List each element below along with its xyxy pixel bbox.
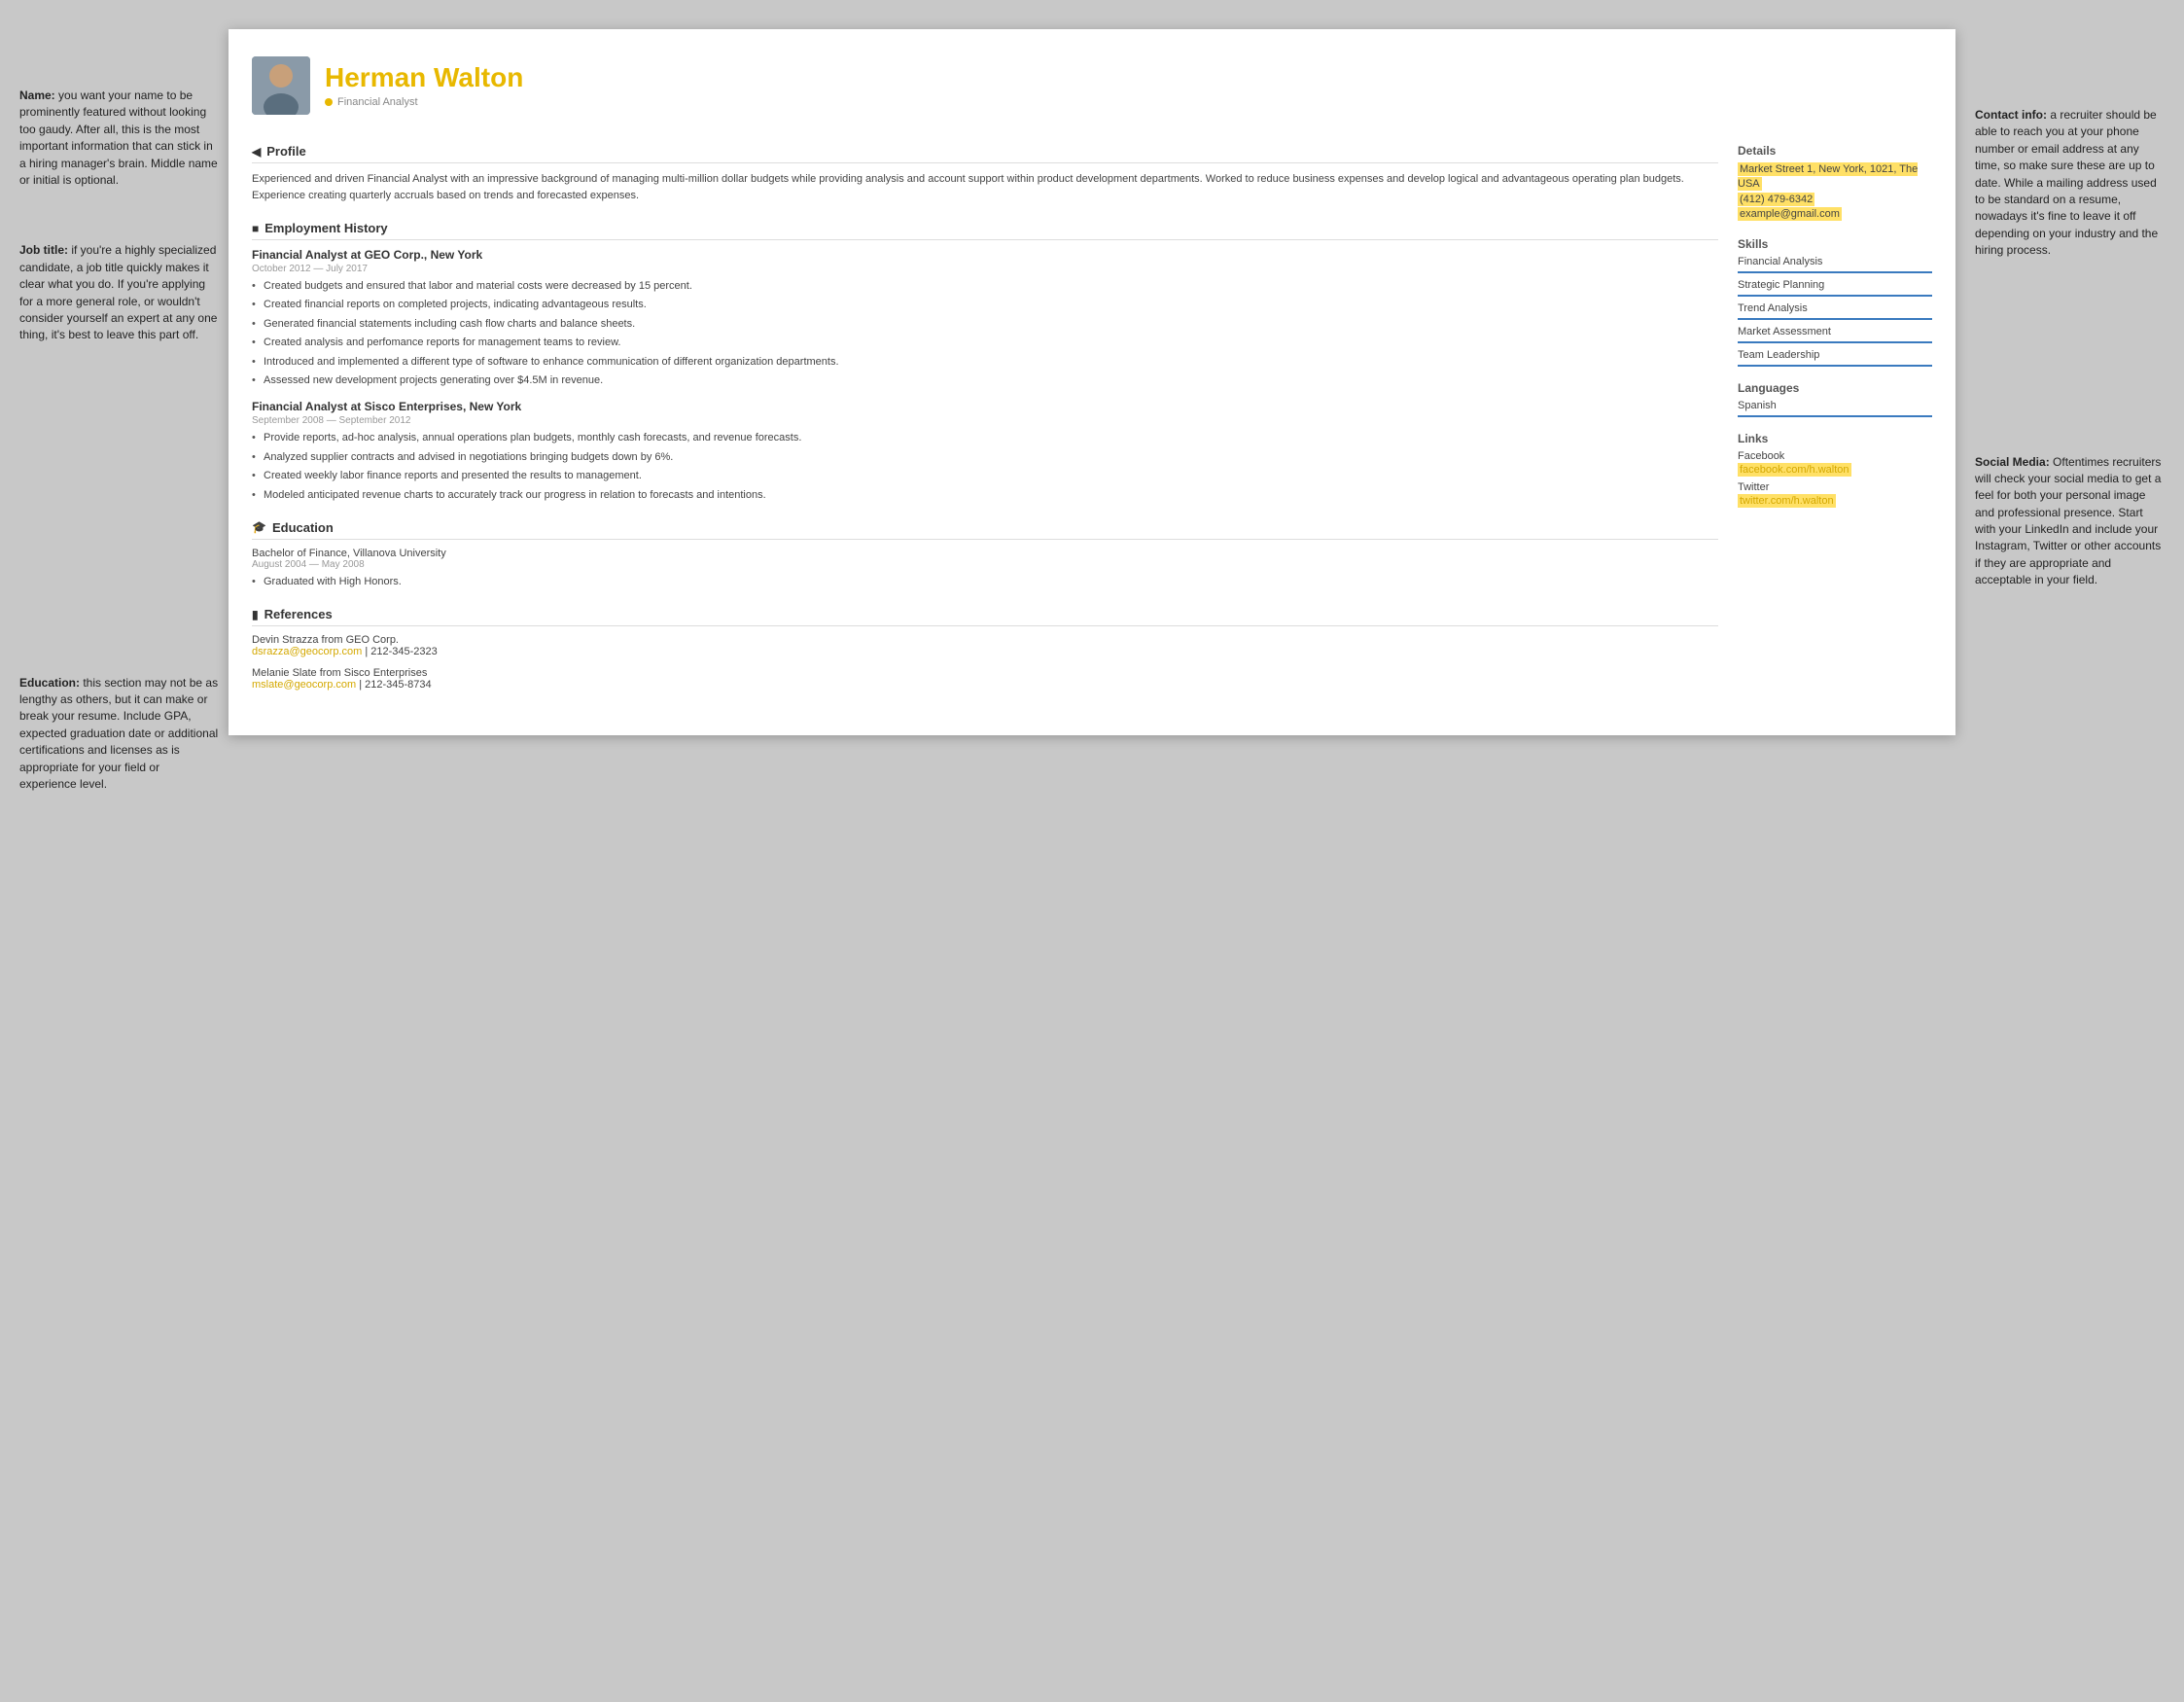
edu-bullets-1: Graduated with High Honors.	[252, 575, 1718, 589]
resume-body: ◀ Profile Experienced and driven Financi…	[252, 144, 1932, 708]
profile-text: Experienced and driven Financial Analyst…	[252, 171, 1718, 203]
bullet-2-2: Analyzed supplier contracts and advised …	[252, 450, 1718, 465]
skill-2: Strategic Planning	[1738, 279, 1932, 297]
edu-period-1: August 2004 — May 2008	[252, 559, 1718, 570]
details-section: Details Market Street 1, New York, 1021,…	[1738, 144, 1932, 223]
bullet-2-4: Modeled anticipated revenue charts to ac…	[252, 488, 1718, 503]
right-annotations: Contact info: a recruiter should be able…	[1955, 29, 2165, 619]
details-email: example@gmail.com	[1738, 207, 1932, 222]
ref-name-2: Melanie Slate from Sisco Enterprises	[252, 667, 1718, 679]
title-dot-icon	[325, 98, 333, 106]
candidate-name: Herman Walton	[325, 63, 1932, 93]
skills-heading: Skills	[1738, 237, 1932, 251]
name-annotation-label: Name:	[19, 89, 55, 102]
reference-1: Devin Strazza from GEO Corp. dsrazza@geo…	[252, 634, 1718, 657]
jobtitle-annotation: Job title: if you're a highly specialize…	[19, 242, 219, 343]
education-annotation-text: this section may not be as lengthy as ot…	[19, 676, 218, 791]
links-heading: Links	[1738, 432, 1932, 445]
job-bullets-1: Created budgets and ensured that labor a…	[252, 279, 1718, 388]
skills-section: Skills Financial Analysis Strategic Plan…	[1738, 237, 1932, 367]
link-label-1: Facebook	[1738, 450, 1932, 462]
education-icon: 🎓	[252, 520, 266, 534]
social-annotation-text: Oftentimes recruiters will check your so…	[1975, 455, 2161, 587]
left-annotations: Name: you want your name to be prominent…	[19, 29, 229, 822]
resume-card: Herman Walton Financial Analyst ◀ Profil…	[229, 29, 1955, 735]
avatar	[252, 56, 310, 115]
jobtitle-annotation-text: if you're a highly specialized candidate…	[19, 243, 217, 341]
education-entry-1: Bachelor of Finance, Villanova Universit…	[252, 548, 1718, 589]
education-section: 🎓 Education Bachelor of Finance, Villano…	[252, 520, 1718, 589]
edu-bullet-1: Graduated with High Honors.	[252, 575, 1718, 589]
job-bullets-2: Provide reports, ad-hoc analysis, annual…	[252, 431, 1718, 503]
bullet-1-4: Created analysis and perfomance reports …	[252, 336, 1718, 350]
resume-sidebar: Details Market Street 1, New York, 1021,…	[1738, 144, 1932, 708]
bullet-2-3: Created weekly labor finance reports and…	[252, 469, 1718, 483]
candidate-title: Financial Analyst	[325, 96, 1932, 108]
employment-section: ■ Employment History Financial Analyst a…	[252, 221, 1718, 503]
bullet-1-5: Introduced and implemented a different t…	[252, 355, 1718, 370]
ref-name-1: Devin Strazza from GEO Corp.	[252, 634, 1718, 646]
skill-1: Financial Analysis	[1738, 256, 1932, 273]
header-info: Herman Walton Financial Analyst	[325, 63, 1932, 108]
education-annotation-label: Education:	[19, 676, 80, 690]
language-1: Spanish	[1738, 400, 1932, 417]
social-annotation-label: Social Media:	[1975, 455, 2050, 469]
job-entry-2: Financial Analyst at Sisco Enterprises, …	[252, 400, 1718, 503]
resume-header: Herman Walton Financial Analyst	[252, 56, 1932, 124]
bullet-1-3: Generated financial statements including…	[252, 317, 1718, 332]
jobtitle-annotation-label: Job title:	[19, 243, 68, 257]
ref-contact-1: dsrazza@geocorp.com | 212-345-2323	[252, 646, 1718, 657]
social-annotation: Social Media: Oftentimes recruiters will…	[1975, 454, 2165, 589]
references-icon: ▮	[252, 608, 259, 621]
links-section: Links Facebook facebook.com/h.walton Twi…	[1738, 432, 1932, 507]
references-heading: ▮ References	[252, 607, 1718, 626]
details-address: Market Street 1, New York, 1021, The USA	[1738, 162, 1932, 193]
contact-annotation: Contact info: a recruiter should be able…	[1975, 107, 2165, 260]
languages-heading: Languages	[1738, 381, 1932, 395]
reference-2: Melanie Slate from Sisco Enterprises msl…	[252, 667, 1718, 691]
profile-heading: ◀ Profile	[252, 144, 1718, 163]
skill-3: Trend Analysis	[1738, 302, 1932, 320]
resume-main-column: ◀ Profile Experienced and driven Financi…	[252, 144, 1718, 708]
link-label-2: Twitter	[1738, 481, 1932, 493]
bullet-2-1: Provide reports, ad-hoc analysis, annual…	[252, 431, 1718, 445]
skill-5: Team Leadership	[1738, 349, 1932, 367]
employment-icon: ■	[252, 222, 259, 235]
profile-section: ◀ Profile Experienced and driven Financi…	[252, 144, 1718, 203]
details-phone: (412) 479-6342	[1738, 193, 1932, 207]
languages-section: Languages Spanish	[1738, 381, 1932, 417]
ref-email-1[interactable]: dsrazza@geocorp.com	[252, 646, 362, 657]
facebook-url[interactable]: facebook.com/h.walton	[1738, 463, 1851, 477]
bullet-1-6: Assessed new development projects genera…	[252, 373, 1718, 388]
ref-email-2[interactable]: mslate@geocorp.com	[252, 679, 356, 691]
details-heading: Details	[1738, 144, 1932, 158]
edu-degree-1: Bachelor of Finance, Villanova Universit…	[252, 548, 1718, 559]
education-annotation: Education: this section may not be as le…	[19, 675, 219, 794]
profile-icon: ◀	[252, 145, 261, 159]
bullet-1-2: Created financial reports on completed p…	[252, 298, 1718, 312]
link-url-2: twitter.com/h.walton	[1738, 495, 1932, 507]
ref-phone-num-2: 212-345-8734	[365, 679, 432, 691]
ref-phone-num-1: 212-345-2323	[370, 646, 438, 657]
ref-contact-2: mslate@geocorp.com | 212-345-8734	[252, 679, 1718, 691]
name-annotation: Name: you want your name to be prominent…	[19, 88, 219, 189]
skill-4: Market Assessment	[1738, 326, 1932, 343]
job-period-1: October 2012 — July 2017	[252, 264, 1718, 274]
job-title-2: Financial Analyst at Sisco Enterprises, …	[252, 400, 1718, 413]
name-annotation-text: you want your name to be prominently fea…	[19, 89, 218, 187]
job-period-2: September 2008 — September 2012	[252, 415, 1718, 426]
twitter-url[interactable]: twitter.com/h.walton	[1738, 494, 1836, 508]
contact-annotation-text: a recruiter should be able to reach you …	[1975, 108, 2158, 257]
education-heading: 🎓 Education	[252, 520, 1718, 540]
job-title-1: Financial Analyst at GEO Corp., New York	[252, 248, 1718, 262]
bullet-1-1: Created budgets and ensured that labor a…	[252, 279, 1718, 294]
references-section: ▮ References Devin Strazza from GEO Corp…	[252, 607, 1718, 691]
page-container: Name: you want your name to be prominent…	[19, 29, 2165, 1673]
employment-heading: ■ Employment History	[252, 221, 1718, 240]
contact-annotation-label: Contact info:	[1975, 108, 2047, 122]
job-entry-1: Financial Analyst at GEO Corp., New York…	[252, 248, 1718, 388]
link-url-1: facebook.com/h.walton	[1738, 464, 1932, 476]
